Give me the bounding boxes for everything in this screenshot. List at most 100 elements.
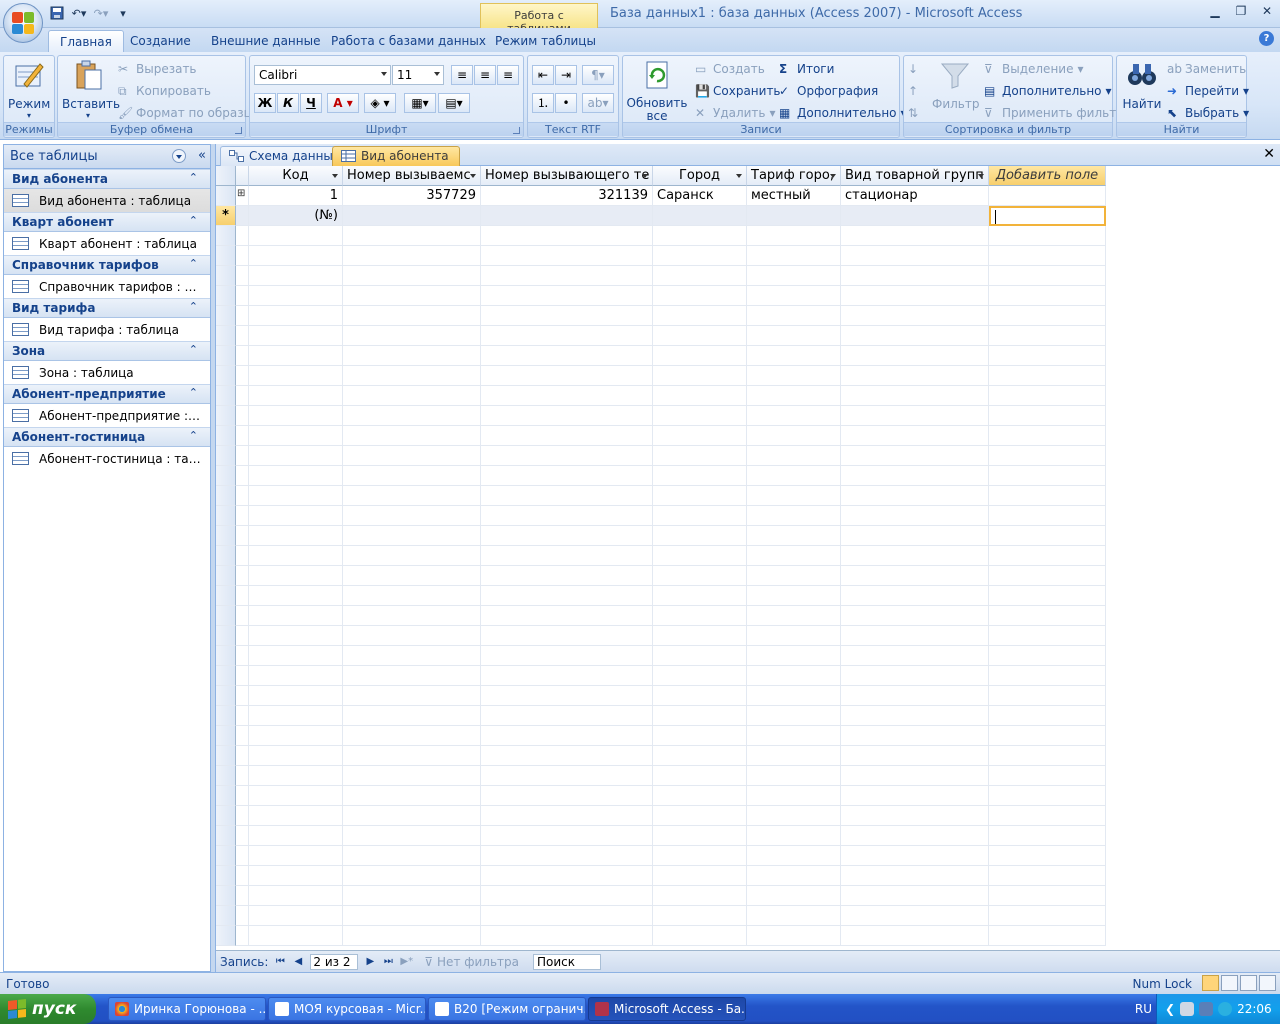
tab-create[interactable]: Создание	[119, 30, 202, 52]
bold-button[interactable]: Ж	[254, 93, 276, 113]
decrease-indent-button[interactable]: ⇤	[532, 65, 554, 85]
nav-menu-dropdown-icon[interactable]	[172, 149, 186, 163]
customize-qat-icon[interactable]: ▾	[114, 5, 132, 21]
nav-item-table[interactable]: Абонент-гостиница : таблица	[4, 447, 210, 470]
office-button[interactable]	[3, 3, 43, 43]
new-row-cell[interactable]	[653, 206, 747, 226]
font-name-combo[interactable]: Calibri	[254, 65, 391, 85]
collapse-group-icon[interactable]: ⌃	[189, 300, 198, 313]
new-row-cell[interactable]	[841, 206, 989, 226]
column-header[interactable]: Код	[249, 166, 343, 186]
delete-record-button[interactable]: ✕ Удалить ▾	[695, 104, 776, 122]
taskbar-item-word[interactable]: МОЯ курсовая - Micr...	[268, 997, 426, 1021]
tab-home[interactable]: Главная	[48, 30, 124, 52]
tab-datasheet[interactable]: Режим таблицы	[484, 30, 607, 52]
toggle-filter-button[interactable]: ⊽ Применить фильтр	[984, 104, 1124, 122]
chevron-down-icon[interactable]	[642, 174, 648, 178]
new-row-cell[interactable]	[481, 206, 653, 226]
tray-expand-icon[interactable]: ❮	[1165, 1002, 1175, 1016]
new-row-key[interactable]: (№)	[249, 206, 343, 226]
gridlines-button[interactable]: ▦▾	[404, 93, 436, 113]
save-icon[interactable]	[48, 5, 66, 21]
start-button[interactable]: пуск	[0, 994, 96, 1024]
collapse-group-icon[interactable]: ⌃	[189, 343, 198, 356]
chevron-down-icon[interactable]	[736, 174, 742, 178]
table-row[interactable]: ⊞ 1 357729 321139 Саранск местный стацио…	[216, 186, 1106, 206]
column-header[interactable]: Тариф горо,	[747, 166, 841, 186]
select-all-corner[interactable]	[216, 166, 236, 186]
cut-button[interactable]: ✂ Вырезать	[118, 60, 197, 78]
nav-group-header[interactable]: Кварт абонент ⌃	[4, 212, 210, 232]
doc-tab-vid-abonenta[interactable]: Вид абонента	[332, 146, 460, 166]
collapse-pane-icon[interactable]: «	[198, 148, 206, 163]
nav-group-header[interactable]: Справочник тарифов ⌃	[4, 255, 210, 275]
highlight-button[interactable]: ab▾	[582, 93, 614, 113]
font-size-combo[interactable]: 11	[392, 65, 444, 85]
previous-record-icon[interactable]: ◀	[292, 956, 304, 967]
expand-icon[interactable]: ⊞	[236, 186, 249, 206]
cell-product-group[interactable]: стационар	[841, 186, 989, 206]
skype-icon[interactable]	[1218, 1002, 1233, 1016]
sort-descending-button[interactable]: ↑	[908, 82, 922, 100]
font-color-button[interactable]: A ▾	[327, 93, 359, 113]
nav-group-header[interactable]: Вид тарифа ⌃	[4, 298, 210, 318]
new-record-nav-icon[interactable]: ▶*	[400, 956, 413, 967]
new-record-row[interactable]: * (№)	[216, 206, 1106, 226]
tab-external-data[interactable]: Внешние данные	[200, 30, 331, 52]
view-button[interactable]: Режим ▾	[8, 58, 50, 120]
last-record-icon[interactable]: ⏭	[382, 956, 394, 967]
totals-button[interactable]: Σ Итоги	[779, 60, 834, 78]
cell-tariff[interactable]: местный	[747, 186, 841, 206]
redo-icon[interactable]: ↷▾	[92, 5, 110, 21]
nav-item-table[interactable]: Абонент-предприятие : таб...	[4, 404, 210, 427]
nav-item-table[interactable]: Вид тарифа : таблица	[4, 318, 210, 341]
increase-indent-button[interactable]: ⇥	[555, 65, 577, 85]
collapse-group-icon[interactable]: ⌃	[189, 171, 198, 184]
datasheet-view-icon[interactable]	[1202, 975, 1219, 991]
design-view-icon[interactable]	[1259, 975, 1276, 991]
find-button[interactable]: Найти	[1120, 58, 1164, 111]
select-button[interactable]: ⬉ Выбрать ▾	[1167, 104, 1249, 122]
cell-city[interactable]: Саранск	[653, 186, 747, 206]
cell-called-number[interactable]: 357729	[343, 186, 481, 206]
taskbar-item-chrome[interactable]: Иринка Горюнова - ...	[108, 997, 266, 1021]
record-position-input[interactable]: 2 из 2	[310, 953, 359, 970]
goto-button[interactable]: ➜ Перейти ▾	[1167, 82, 1249, 100]
nav-group-header[interactable]: Абонент-предприятие ⌃	[4, 384, 210, 404]
nav-group-header[interactable]: Вид абонента ⌃	[4, 169, 210, 189]
filter-button[interactable]: Фильтр	[932, 58, 979, 111]
bullets-button[interactable]: •	[555, 93, 577, 113]
format-painter-button[interactable]: 🖌 Формат по образцу	[118, 104, 259, 122]
new-record-marker[interactable]: *	[216, 206, 236, 226]
align-center-button[interactable]: ≡	[474, 65, 496, 85]
save-record-button[interactable]: 💾 Сохранить	[695, 82, 781, 100]
advanced-filter-button[interactable]: ▤ Дополнительно ▾	[984, 82, 1112, 100]
maximize-icon[interactable]: ❐	[1228, 4, 1254, 18]
collapse-group-icon[interactable]: ⌃	[189, 257, 198, 270]
printer-icon[interactable]	[1180, 1002, 1195, 1016]
tab-database-tools[interactable]: Работа с базами данных	[320, 30, 497, 52]
first-record-icon[interactable]: ⏮	[274, 956, 286, 967]
nav-item-table[interactable]: Зона : таблица	[4, 361, 210, 384]
network-icon[interactable]	[1199, 1002, 1214, 1016]
clear-sort-button[interactable]: ⇅	[908, 104, 922, 122]
chevron-down-icon[interactable]	[830, 174, 836, 178]
underline-button[interactable]: Ч	[300, 93, 322, 113]
italic-button[interactable]: К	[277, 93, 299, 113]
paragraph-button[interactable]: ¶▾	[582, 65, 614, 85]
column-header[interactable]: Город	[653, 166, 747, 186]
collapse-group-icon[interactable]: ⌃	[189, 386, 198, 399]
copy-button[interactable]: ⧉ Копировать	[118, 82, 211, 100]
refresh-all-button[interactable]: Обновить все ▾	[626, 58, 688, 132]
next-record-icon[interactable]: ▶	[364, 956, 376, 967]
column-header[interactable]: Номер вызывающего те	[481, 166, 653, 186]
close-document-icon[interactable]: ✕	[1263, 146, 1275, 162]
numbering-button[interactable]: ⒈	[532, 93, 554, 113]
chevron-down-icon[interactable]	[470, 174, 476, 178]
close-icon[interactable]: ✕	[1254, 4, 1280, 18]
filter-status[interactable]: ⊽ Нет фильтра	[424, 955, 519, 969]
nav-item-table[interactable]: Кварт абонент : таблица	[4, 232, 210, 255]
alternate-fill-button[interactable]: ▤▾	[438, 93, 470, 113]
nav-item-table[interactable]: Справочник тарифов : табл...	[4, 275, 210, 298]
cell-kod[interactable]: 1	[249, 186, 343, 206]
